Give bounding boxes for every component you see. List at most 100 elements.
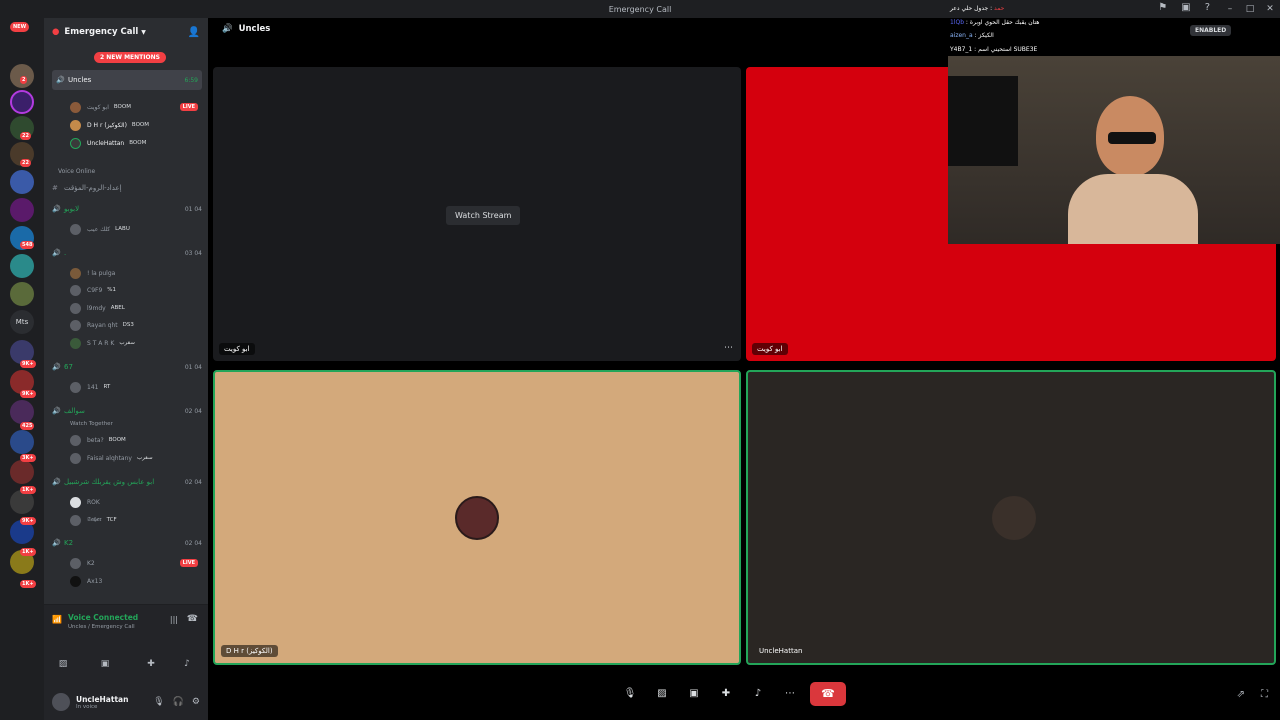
more-icon[interactable]: ⋯ bbox=[778, 682, 802, 706]
channel-title: Uncles bbox=[238, 24, 271, 34]
voice-status[interactable]: Voice Connected bbox=[68, 613, 138, 622]
screen-share-icon[interactable]: ▣ bbox=[682, 682, 706, 706]
avatar bbox=[70, 434, 81, 446]
activity-note: Watch Together bbox=[70, 421, 113, 427]
fullscreen-icon[interactable]: ⛶ bbox=[1261, 689, 1268, 700]
voice-user[interactable]: C9F9 %1 bbox=[70, 283, 198, 297]
gear-icon[interactable]: ⚙ bbox=[192, 697, 200, 707]
watch-stream-button[interactable]: Watch Stream bbox=[446, 206, 521, 225]
stream-tile[interactable]: Watch Stream ابو كويت ⋯ bbox=[213, 67, 741, 361]
user-tag: LABU bbox=[115, 226, 130, 232]
user-name: ! la pulga bbox=[87, 269, 116, 277]
soundboard-icon[interactable]: ♪ bbox=[172, 655, 202, 673]
avatar bbox=[70, 575, 81, 587]
voice-user[interactable]: Faisal alqhtany سقرب bbox=[70, 451, 198, 465]
voice-user[interactable]: كلك عيب LABU bbox=[70, 222, 198, 236]
voice-user[interactable]: K2 LIVE bbox=[70, 556, 198, 570]
user-status: In voice bbox=[76, 703, 98, 710]
voice-user[interactable]: ابو كويت BOOM LIVE bbox=[70, 100, 198, 114]
avatar[interactable] bbox=[52, 693, 70, 711]
user-name: ابو كويت bbox=[87, 103, 109, 111]
user-name: ROK bbox=[87, 498, 100, 506]
screen-icon[interactable]: ▣ bbox=[1181, 2, 1190, 13]
add-member-icon[interactable]: 👤 bbox=[188, 27, 200, 38]
voice-user[interactable]: D H r (الكوكيز) BOOM bbox=[70, 118, 198, 132]
channel-name: . bbox=[64, 249, 67, 257]
voice-user[interactable]: ROK bbox=[70, 495, 198, 509]
user-name: كلك عيب bbox=[87, 225, 111, 233]
microphone-icon[interactable]: 🎙 bbox=[153, 697, 164, 707]
user-name: Faisal alqhtany bbox=[87, 454, 132, 462]
help-icon[interactable]: ? bbox=[1205, 2, 1210, 13]
server-icon[interactable] bbox=[10, 198, 34, 222]
server-icon[interactable] bbox=[10, 400, 34, 424]
avatar bbox=[70, 137, 81, 149]
camera-off-icon[interactable]: ▨ bbox=[48, 655, 78, 673]
user-tag: ABEL bbox=[110, 305, 125, 311]
user-tag: BOOM bbox=[129, 140, 147, 146]
camera-off-icon[interactable]: ▨ bbox=[650, 682, 674, 706]
voice-connection-panel: 📶 Voice Connected Uncles / Emergency Cal… bbox=[44, 604, 208, 684]
participant-tile[interactable]: D H r (الكوكيز) bbox=[213, 370, 741, 665]
channel-name: إعداد-الروم-المؤقت bbox=[64, 184, 122, 192]
server-badge: 425 bbox=[20, 422, 35, 430]
channel-sidebar: ● Emergency Call ▼ 👤 2 NEW MENTIONS 🔊 Un… bbox=[44, 18, 208, 720]
voice-user[interactable]: l9mdy ABEL bbox=[70, 301, 198, 315]
voice-user[interactable]: UncleHattan BOOM bbox=[70, 136, 198, 150]
microphone-icon[interactable]: 🎙 bbox=[618, 682, 642, 706]
window-controls: – □ ✕ bbox=[1220, 0, 1280, 18]
voice-channel[interactable]: 🔊 . 03 04 bbox=[52, 249, 202, 257]
activities-icon[interactable]: ✚ bbox=[714, 682, 738, 706]
disconnect-button[interactable]: ☎ bbox=[810, 682, 846, 706]
user-controls: 🎙 🎧 ⚙ bbox=[153, 697, 200, 707]
maximize-icon[interactable]: □ bbox=[1240, 0, 1260, 18]
voice-user[interactable]: 141 RT bbox=[70, 380, 198, 394]
voice-channel[interactable]: 🔊 ابو عابس وش يقربلك شرشبيل 02 04 bbox=[52, 478, 202, 486]
voice-channel[interactable]: 🔊 K2 02 04 bbox=[52, 539, 202, 547]
voice-location[interactable]: Uncles / Emergency Call bbox=[68, 624, 135, 630]
close-icon[interactable]: ✕ bbox=[1260, 0, 1280, 18]
more-icon[interactable]: ⋯ bbox=[724, 343, 733, 353]
popout-icon[interactable]: ⇗ bbox=[1237, 689, 1245, 700]
user-name: 141 bbox=[87, 383, 99, 391]
server-badge: 1K+ bbox=[20, 548, 36, 556]
voice-channel[interactable]: 🔊 لابوبو 01 04 bbox=[52, 205, 202, 213]
minimize-icon[interactable]: – bbox=[1220, 0, 1240, 18]
channel-uncles[interactable]: 🔊 Uncles 6:59 bbox=[52, 70, 202, 90]
text-channel[interactable]: # إعداد-الروم-المؤقت bbox=[52, 184, 202, 192]
user-info[interactable]: UncleHattan In voice bbox=[76, 695, 128, 710]
voice-user[interactable]: beta? BOOM bbox=[70, 433, 198, 447]
voice-user[interactable]: 𝕾𝖆𝖇𝖊𝖗 TCF bbox=[70, 513, 198, 527]
voice-icon: 🔊 bbox=[52, 539, 61, 547]
voice-icon: 🔊 bbox=[52, 478, 61, 486]
noise-suppression-icon[interactable]: ||| bbox=[170, 615, 178, 624]
server-badge: 1K+ bbox=[20, 486, 36, 494]
user-count: 02 04 bbox=[184, 539, 202, 547]
headphones-icon[interactable]: 🎧 bbox=[173, 697, 184, 707]
server-icon[interactable] bbox=[10, 460, 34, 484]
screen-share-icon[interactable]: ▣ bbox=[90, 655, 120, 673]
activities-icon[interactable]: ✚ bbox=[136, 655, 166, 673]
voice-icon: 🔊 bbox=[52, 249, 61, 257]
voice-user[interactable]: S T A R K سقرب bbox=[70, 336, 198, 350]
voice-channel[interactable]: 🔊 67 01 04 bbox=[52, 363, 202, 371]
user-tag: سقرب bbox=[136, 455, 153, 461]
voice-user[interactable]: Rayan qht DS3 bbox=[70, 318, 198, 332]
voice-channel[interactable]: 🔊 سوالف 02 04 bbox=[52, 407, 202, 415]
category-header[interactable]: Voice Online bbox=[58, 168, 95, 175]
voice-user[interactable]: Ax13 bbox=[70, 574, 198, 588]
voice-user[interactable]: ! la pulga bbox=[70, 266, 198, 280]
soundboard-icon[interactable]: ♪ bbox=[746, 682, 770, 706]
server-header[interactable]: ● Emergency Call ▼ 👤 bbox=[44, 18, 208, 46]
server-status-icon: ● bbox=[52, 27, 60, 37]
server-icon[interactable] bbox=[10, 430, 34, 454]
inbox-icon[interactable]: ⚑ bbox=[1158, 2, 1167, 13]
disconnect-icon[interactable]: ☎ bbox=[187, 614, 198, 624]
participant-tile[interactable]: UncleHattan bbox=[746, 370, 1276, 665]
server-icon[interactable] bbox=[10, 254, 34, 278]
server-icon[interactable] bbox=[10, 282, 34, 306]
mentions-badge[interactable]: 2 NEW MENTIONS bbox=[94, 52, 166, 63]
server-icon[interactable] bbox=[10, 170, 34, 194]
server-icon[interactable] bbox=[10, 90, 34, 114]
server-icon-mts[interactable]: Mts bbox=[10, 310, 34, 334]
